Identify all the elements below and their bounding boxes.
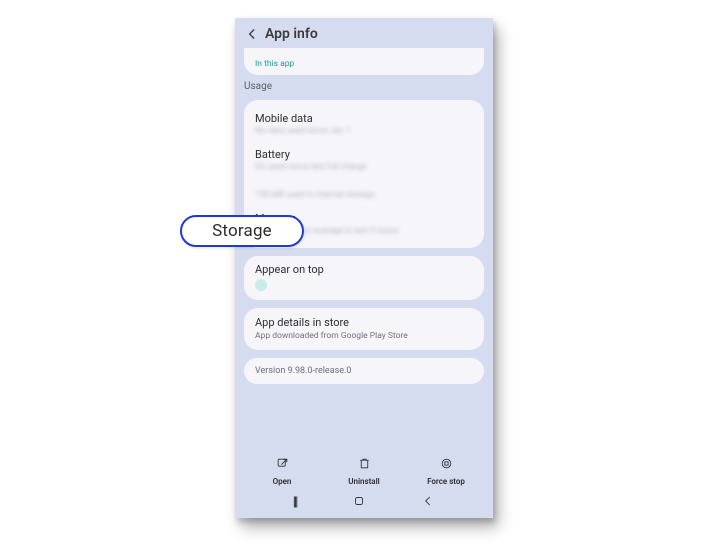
version-card: Version 9.98.0-release.0 [244,358,484,384]
in-this-app-label: In this app [255,59,294,69]
force-stop-button[interactable]: Force stop [410,455,482,486]
store-title: App details in store [255,316,473,329]
storage-callout: Storage [180,215,304,247]
app-info-header: App info [235,18,493,48]
battery-row[interactable]: Battery 0% used since last full charge [255,143,473,177]
version-text: Version 9.98.0-release.0 [255,366,473,376]
battery-title: Battery [255,148,473,161]
force-stop-icon [440,455,453,474]
battery-sub: 0% used since last full charge [255,162,440,172]
app-details-card[interactable]: App details in store App downloaded from… [244,308,484,350]
open-icon [276,455,289,474]
trash-icon [358,455,371,474]
mobile-data-sub: No data used since Jan 1 [255,126,440,136]
bottom-action-bar: Open Uninstall Force stop [235,449,493,490]
back-nav-icon[interactable] [421,493,435,512]
open-label: Open [273,477,292,486]
in-this-app-card[interactable]: In this app [244,48,484,75]
appear-on-top-toggle-icon[interactable] [255,279,267,291]
phone-screen: App info In this app Usage Mobile data N… [235,18,493,518]
open-button[interactable]: Open [246,455,318,486]
storage-row[interactable]: 150 MB used in internal storage [255,179,473,205]
home-icon[interactable] [352,493,366,512]
page-title: App info [265,26,318,42]
recent-apps-icon[interactable]: ||| [293,495,297,510]
android-nav-bar: ||| [235,490,493,518]
mobile-data-title: Mobile data [255,112,473,125]
store-sub: App downloaded from Google Play Store [255,331,473,341]
screenshot-frame: App info In this app Usage Mobile data N… [154,18,574,528]
force-stop-label: Force stop [427,477,465,486]
back-icon[interactable] [245,27,259,41]
uninstall-label: Uninstall [348,477,380,486]
storage-sub: 150 MB used in internal storage [255,190,440,200]
mobile-data-row[interactable]: Mobile data No data used since Jan 1 [255,107,473,141]
scroll-area: In this app Usage Mobile data No data us… [235,48,493,449]
storage-callout-label: Storage [212,221,272,241]
appear-on-top-card[interactable]: Appear on top [244,256,484,300]
appear-on-top-title: Appear on top [255,263,473,276]
uninstall-button[interactable]: Uninstall [328,455,400,486]
usage-section-label: Usage [244,81,484,92]
